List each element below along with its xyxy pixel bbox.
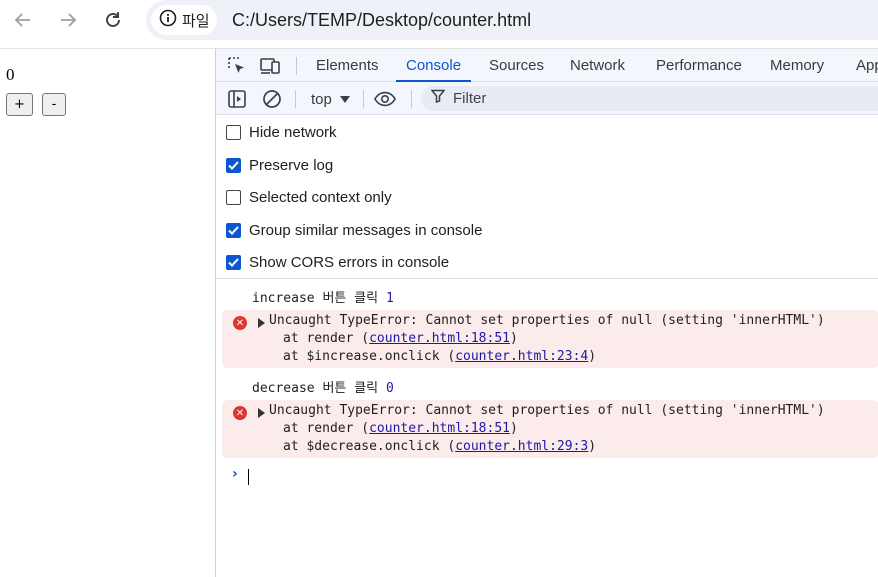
- settings-divider: [216, 278, 878, 279]
- checkmark-icon: [228, 225, 239, 235]
- filter-input[interactable]: [453, 90, 753, 107]
- source-link[interactable]: counter.html:29:3: [455, 439, 588, 454]
- log-text: decrease 버튼 클릭: [252, 381, 386, 396]
- setting-label: Selected context only: [249, 188, 392, 206]
- error-icon: ✕: [233, 316, 247, 330]
- filter-icon: [430, 89, 446, 108]
- info-icon: [159, 9, 177, 32]
- devtools-tabbar: Elements Console Sources Network Perform…: [216, 49, 878, 82]
- sidebar-toggle-icon[interactable]: [226, 88, 248, 110]
- page-viewport: 0 + -: [0, 48, 215, 577]
- source-link[interactable]: counter.html:18:51: [369, 421, 510, 436]
- stack-frame: at $decrease.onclick (counter.html:29:3): [283, 439, 597, 454]
- checkmark-icon: [228, 160, 239, 170]
- console-input-caret[interactable]: [248, 469, 249, 485]
- counter-value: 0: [6, 65, 15, 84]
- decrease-button[interactable]: -: [42, 93, 66, 116]
- tab-console[interactable]: Console: [395, 49, 472, 82]
- console-error-message: ✕ Uncaught TypeError: Cannot set propert…: [222, 310, 878, 368]
- console-log-message: decrease 버튼 클릭 0: [252, 377, 394, 396]
- tab-memory[interactable]: Memory: [770, 49, 824, 82]
- browser-toolbar: 파일 C:/Users/TEMP/Desktop/counter.html: [0, 0, 878, 40]
- setting-label: Group similar messages in console: [249, 221, 483, 239]
- increase-button[interactable]: +: [6, 93, 33, 116]
- expand-triangle-icon[interactable]: [258, 408, 265, 418]
- site-info-chip[interactable]: 파일: [151, 5, 217, 35]
- console-error-message: ✕ Uncaught TypeError: Cannot set propert…: [222, 400, 878, 458]
- context-label: top: [311, 90, 332, 108]
- checkbox-checked[interactable]: [226, 254, 241, 270]
- tab-sources[interactable]: Sources: [489, 49, 544, 82]
- tab-elements[interactable]: Elements: [316, 49, 379, 82]
- setting-label: Hide network: [249, 123, 337, 141]
- console-log-message: increase 버튼 클릭 1: [252, 287, 394, 306]
- tab-application[interactable]: App: [856, 49, 878, 82]
- setting-hide-network[interactable]: Hide network: [226, 120, 337, 144]
- error-icon: ✕: [233, 406, 247, 420]
- device-toolbar-icon[interactable]: [260, 55, 282, 77]
- context-selector[interactable]: top: [311, 88, 350, 110]
- eye-icon[interactable]: [374, 88, 396, 110]
- source-link[interactable]: counter.html:18:51: [369, 331, 510, 346]
- url-text[interactable]: C:/Users/TEMP/Desktop/counter.html: [232, 10, 531, 31]
- setting-selected-context[interactable]: Selected context only: [226, 185, 392, 209]
- inspect-element-icon[interactable]: [226, 55, 248, 77]
- caret-down-icon: [339, 91, 350, 108]
- clear-console-icon[interactable]: [261, 88, 283, 110]
- console-prompt-icon: ›: [232, 466, 238, 482]
- source-link[interactable]: counter.html:23:4: [455, 349, 588, 364]
- setting-preserve-log[interactable]: Preserve log: [226, 153, 333, 177]
- stack-frame: at render (counter.html:18:51): [283, 421, 518, 436]
- setting-label: Show CORS errors in console: [249, 253, 450, 271]
- toolbar-divider: [295, 90, 296, 108]
- filter-box[interactable]: [421, 86, 878, 111]
- expand-triangle-icon[interactable]: [258, 318, 265, 328]
- checkbox-unchecked[interactable]: [226, 189, 241, 205]
- site-chip-label: 파일: [182, 11, 210, 30]
- stack-frame: at $increase.onclick (counter.html:23:4): [283, 349, 597, 364]
- log-value: 1: [385, 291, 394, 306]
- log-text: increase 버튼 클릭: [252, 291, 386, 306]
- toolbar-divider: [363, 90, 364, 108]
- checkbox-checked[interactable]: [226, 157, 241, 173]
- setting-label: Preserve log: [249, 156, 334, 174]
- setting-group-similar[interactable]: Group similar messages in console: [226, 218, 482, 242]
- forward-arrow-icon[interactable]: [54, 6, 82, 34]
- setting-cors-errors[interactable]: Show CORS errors in console: [226, 250, 449, 274]
- error-text: Uncaught TypeError: Cannot set propertie…: [269, 313, 825, 328]
- checkbox-checked[interactable]: [226, 222, 241, 238]
- checkbox-unchecked[interactable]: [226, 124, 241, 140]
- stack-frame: at render (counter.html:18:51): [283, 331, 518, 346]
- checkmark-icon: [228, 257, 239, 267]
- tab-network[interactable]: Network: [570, 49, 625, 82]
- error-text: Uncaught TypeError: Cannot set propertie…: [269, 403, 825, 418]
- tab-performance[interactable]: Performance: [656, 49, 742, 82]
- toolbar-divider: [411, 90, 412, 108]
- back-arrow-icon[interactable]: [9, 6, 37, 34]
- console-toolbar: top: [216, 82, 878, 115]
- devtools-panel: Elements Console Sources Network Perform…: [215, 48, 878, 577]
- toolbar-divider: [296, 57, 297, 75]
- reload-icon[interactable]: [99, 6, 127, 34]
- address-bar[interactable]: 파일 C:/Users/TEMP/Desktop/counter.html: [146, 0, 878, 40]
- log-value: 0: [385, 381, 394, 396]
